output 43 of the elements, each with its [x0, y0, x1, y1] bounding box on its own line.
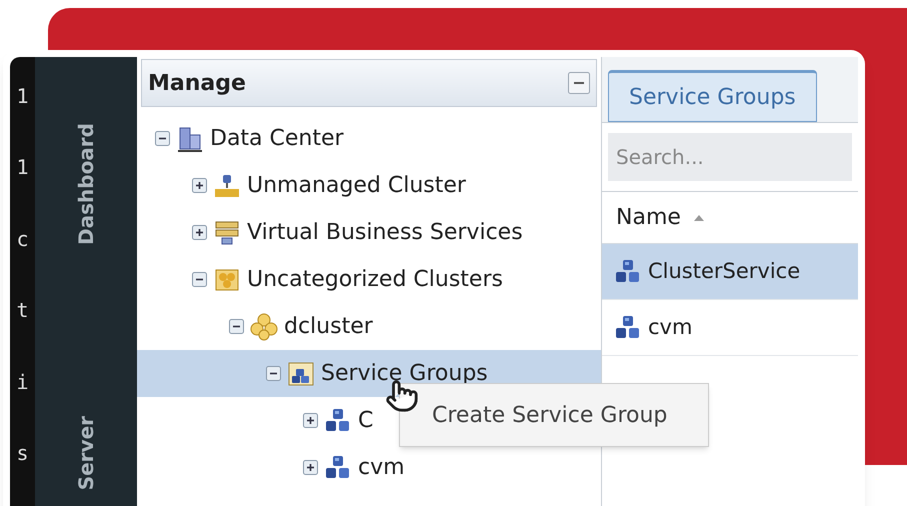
- terminal-text: 1: [16, 154, 29, 182]
- tab[interactable]: Service Groups: [608, 70, 817, 122]
- table-cell-text: ClusterService: [648, 258, 800, 285]
- search-field[interactable]: Search...: [608, 133, 852, 181]
- expand-icon[interactable]: [192, 225, 207, 240]
- collapse-icon[interactable]: [192, 272, 207, 287]
- panel-title: Manage: [148, 70, 246, 98]
- table-row[interactable]: ClusterService: [602, 244, 858, 300]
- cluster-icon: [250, 312, 278, 340]
- tree-item[interactable]: Virtual Business Services: [137, 209, 601, 256]
- collapse-icon[interactable]: [155, 131, 170, 146]
- expand-icon[interactable]: [192, 178, 207, 193]
- server-rack-icon: [213, 218, 241, 246]
- terminal-text: c: [16, 226, 29, 253]
- tree-item-label: Virtual Business Services: [247, 219, 523, 247]
- tree-item[interactable]: Unmanaged Cluster: [137, 162, 601, 209]
- tooltip: Create Service Group: [399, 383, 709, 447]
- terminal-text: 1: [16, 83, 29, 110]
- terminal-text: t: [16, 297, 29, 324]
- terminal-text: i: [16, 368, 29, 396]
- tree-item[interactable]: Uncategorized Clusters: [137, 256, 601, 303]
- tree-item-label: dcluster: [284, 313, 373, 341]
- collapse-icon[interactable]: [266, 366, 281, 381]
- tree-item-label: Data Center: [210, 125, 344, 153]
- collapse-icon[interactable]: [229, 319, 244, 334]
- terminal-text: s: [16, 440, 29, 467]
- column-header[interactable]: Name: [616, 201, 681, 234]
- tree-item-label: cvm: [358, 454, 405, 482]
- expand-icon[interactable]: [303, 460, 318, 475]
- collapse-icon[interactable]: [568, 72, 590, 94]
- tree-item[interactable]: cvm: [137, 444, 601, 491]
- folder-icon: [287, 360, 315, 388]
- building-icon: [176, 124, 204, 152]
- tree-item-label: C: [358, 407, 374, 435]
- tree-item[interactable]: dcluster: [137, 303, 601, 350]
- expand-icon[interactable]: [303, 413, 318, 428]
- sort-ascending-icon[interactable]: [692, 214, 705, 222]
- tree-item-label: Unmanaged Cluster: [247, 172, 466, 200]
- nav-tab[interactable]: Dashboard: [67, 117, 105, 251]
- tree-item-label: Uncategorized Clusters: [247, 266, 503, 294]
- tree-item[interactable]: Data Center: [137, 115, 601, 162]
- table-cell-text: cvm: [648, 314, 692, 341]
- nav-tab[interactable]: Server: [67, 410, 105, 496]
